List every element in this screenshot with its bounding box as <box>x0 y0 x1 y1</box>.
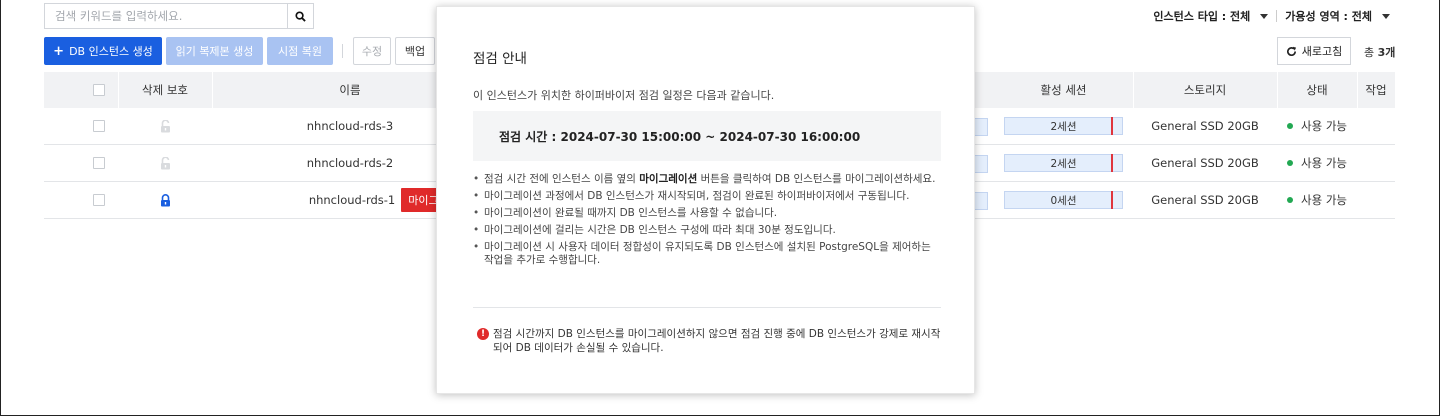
toolbar-divider <box>342 44 343 58</box>
status-dot-icon <box>1287 197 1293 203</box>
status-dot-icon <box>1287 123 1293 129</box>
active-sessions-cell: 0세션 <box>994 182 1133 218</box>
bullet-text: 버튼을 클릭하여 DB 인스턴스를 마이그레이션하세요. <box>697 173 936 185</box>
availability-zone-label: 가용성 영역 : 전체 <box>1285 10 1372 23</box>
warning-icon: ! <box>477 328 489 340</box>
search-box <box>44 3 314 29</box>
search-input[interactable] <box>45 4 287 28</box>
bullet-emphasis: 마이그레이션 <box>639 173 698 185</box>
unlock-icon[interactable] <box>160 156 171 170</box>
delete-protection-cell <box>118 145 212 181</box>
search-button[interactable] <box>287 4 313 28</box>
session-bar: 2세션 <box>1004 117 1123 135</box>
warning-text: 점검 시간까지 DB 인스턴스를 마이그레이션하지 않으면 점검 진행 중에 D… <box>493 328 941 354</box>
session-bar: 0세션 <box>1004 191 1123 209</box>
status-text: 사용 가능 <box>1301 119 1347 133</box>
total-prefix: 총 <box>1364 46 1375 59</box>
instance-name[interactable]: nhncloud-rds-1 <box>309 193 395 207</box>
row-checkbox-cell <box>80 182 118 218</box>
list-item: 마이그레이션 시 사용자 데이터 정합성이 유지되도록 DB 인스턴스에 설치된… <box>473 241 943 267</box>
session-threshold-mark <box>1111 117 1113 135</box>
select-all-checkbox[interactable] <box>93 84 105 96</box>
plus-icon: + <box>53 43 65 59</box>
point-in-time-restore-button[interactable]: 시점 복원 <box>267 37 333 65</box>
row-checkbox-cell <box>80 145 118 181</box>
refresh-button[interactable]: 새로고침 <box>1277 37 1351 65</box>
status-dot-icon <box>1287 160 1293 166</box>
total-count: 총 3개 <box>1364 44 1395 60</box>
status-cell: 사용 가능 <box>1277 145 1357 181</box>
maintenance-notice-popover: 점검 안내 이 인스턴스가 위치한 하이퍼바이저 점검 일정은 다음과 같습니다… <box>436 6 975 394</box>
unlock-icon[interactable] <box>160 119 171 133</box>
metric-bar-partial <box>974 155 988 173</box>
active-sessions-cell: 2세션 <box>994 145 1133 181</box>
status-cell: 사용 가능 <box>1277 108 1357 144</box>
modal-intro: 이 인스턴스가 위치한 하이퍼바이저 점검 일정은 다음과 같습니다. <box>473 89 775 102</box>
maintenance-schedule: 점검 시간 : 2024-07-30 15:00:00 ~ 2024-07-30… <box>473 111 941 161</box>
availability-zone-filter[interactable]: 가용성 영역 : 전체 <box>1285 8 1390 24</box>
create-db-instance-button[interactable]: + DB 인스턴스 생성 <box>44 37 162 65</box>
create-read-replica-button[interactable]: 읽기 복제본 생성 <box>166 37 263 65</box>
instance-type-label: 인스턴스 타입 : 전체 <box>1153 10 1251 23</box>
refresh-label: 새로고침 <box>1301 45 1343 58</box>
header-storage[interactable]: 스토리지 <box>1133 72 1277 108</box>
metric-bar-partial <box>974 118 988 136</box>
bullet-text: 점검 시간 전에 인스턴스 이름 옆의 <box>484 173 640 185</box>
storage-value: General SSD 20GB <box>1151 119 1259 133</box>
storage-cell: General SSD 20GB <box>1133 145 1277 181</box>
status-text: 사용 가능 <box>1301 156 1347 170</box>
status-text: 사용 가능 <box>1301 193 1347 207</box>
storage-cell: General SSD 20GB <box>1133 108 1277 144</box>
modal-title: 점검 안내 <box>473 51 527 67</box>
list-item: 마이그레이션이 완료될 때까지 DB 인스턴스를 사용할 수 없습니다. <box>473 207 943 220</box>
modal-warning: ! 점검 시간까지 DB 인스턴스를 마이그레이션하지 않으면 점검 진행 중에… <box>477 327 947 355</box>
row-checkbox[interactable] <box>93 194 105 206</box>
row-checkbox[interactable] <box>93 120 105 132</box>
header-actions: 작업 <box>1365 83 1387 97</box>
session-threshold-mark <box>1111 154 1113 172</box>
header-delete-protection[interactable]: 삭제 보호 <box>118 72 212 108</box>
session-threshold-mark <box>1111 191 1113 209</box>
storage-value: General SSD 20GB <box>1151 193 1259 207</box>
select-all-cell <box>80 72 118 108</box>
metric-bar-partial <box>974 192 988 210</box>
header-active-sessions[interactable]: 활성 세션 <box>994 72 1133 108</box>
filter-divider <box>1276 10 1278 22</box>
row-checkbox[interactable] <box>93 157 105 169</box>
modal-divider <box>473 307 941 308</box>
list-item: 마이그레이션에 걸리는 시간은 DB 인스턴스 구성에 따라 최대 30분 정도… <box>473 224 943 237</box>
chevron-down-icon <box>1382 13 1390 19</box>
header-status[interactable]: 상태 <box>1277 72 1357 108</box>
filter-bar: 인스턴스 타입 : 전체 가용성 영역 : 전체 <box>1153 8 1390 24</box>
instance-type-filter[interactable]: 인스턴스 타입 : 전체 <box>1153 8 1269 24</box>
list-item: 마이그레이션 과정에서 DB 인스턴스가 재시작되며, 점검이 완료된 하이퍼바… <box>473 190 943 203</box>
chevron-down-icon <box>1260 13 1269 19</box>
instance-name[interactable]: nhncloud-rds-2 <box>307 156 393 170</box>
list-item: 점검 시간 전에 인스턴스 이름 옆의 마이그레이션 버튼을 클릭하여 DB 인… <box>473 173 943 186</box>
refresh-icon <box>1286 46 1296 56</box>
delete-protection-cell <box>118 108 212 144</box>
lock-icon[interactable] <box>160 193 171 207</box>
session-count: 2세션 <box>1050 120 1077 133</box>
backup-button[interactable]: 백업 <box>395 37 435 65</box>
session-bar: 2세션 <box>1004 154 1123 172</box>
session-count: 0세션 <box>1050 194 1077 207</box>
delete-protection-cell <box>118 182 212 218</box>
create-db-instance-label: DB 인스턴스 생성 <box>69 45 153 58</box>
search-icon <box>295 10 306 22</box>
modal-bullet-list: 점검 시간 전에 인스턴스 이름 옆의 마이그레이션 버튼을 클릭하여 DB 인… <box>473 173 943 271</box>
total-count-value: 3개 <box>1377 46 1396 59</box>
session-count: 2세션 <box>1050 157 1077 170</box>
active-sessions-cell: 2세션 <box>994 108 1133 144</box>
storage-value: General SSD 20GB <box>1151 156 1259 170</box>
status-cell: 사용 가능 <box>1277 182 1357 218</box>
instance-name[interactable]: nhncloud-rds-3 <box>307 119 393 133</box>
modify-button[interactable]: 수정 <box>353 37 391 65</box>
storage-cell: General SSD 20GB <box>1133 182 1277 218</box>
row-checkbox-cell <box>80 108 118 144</box>
